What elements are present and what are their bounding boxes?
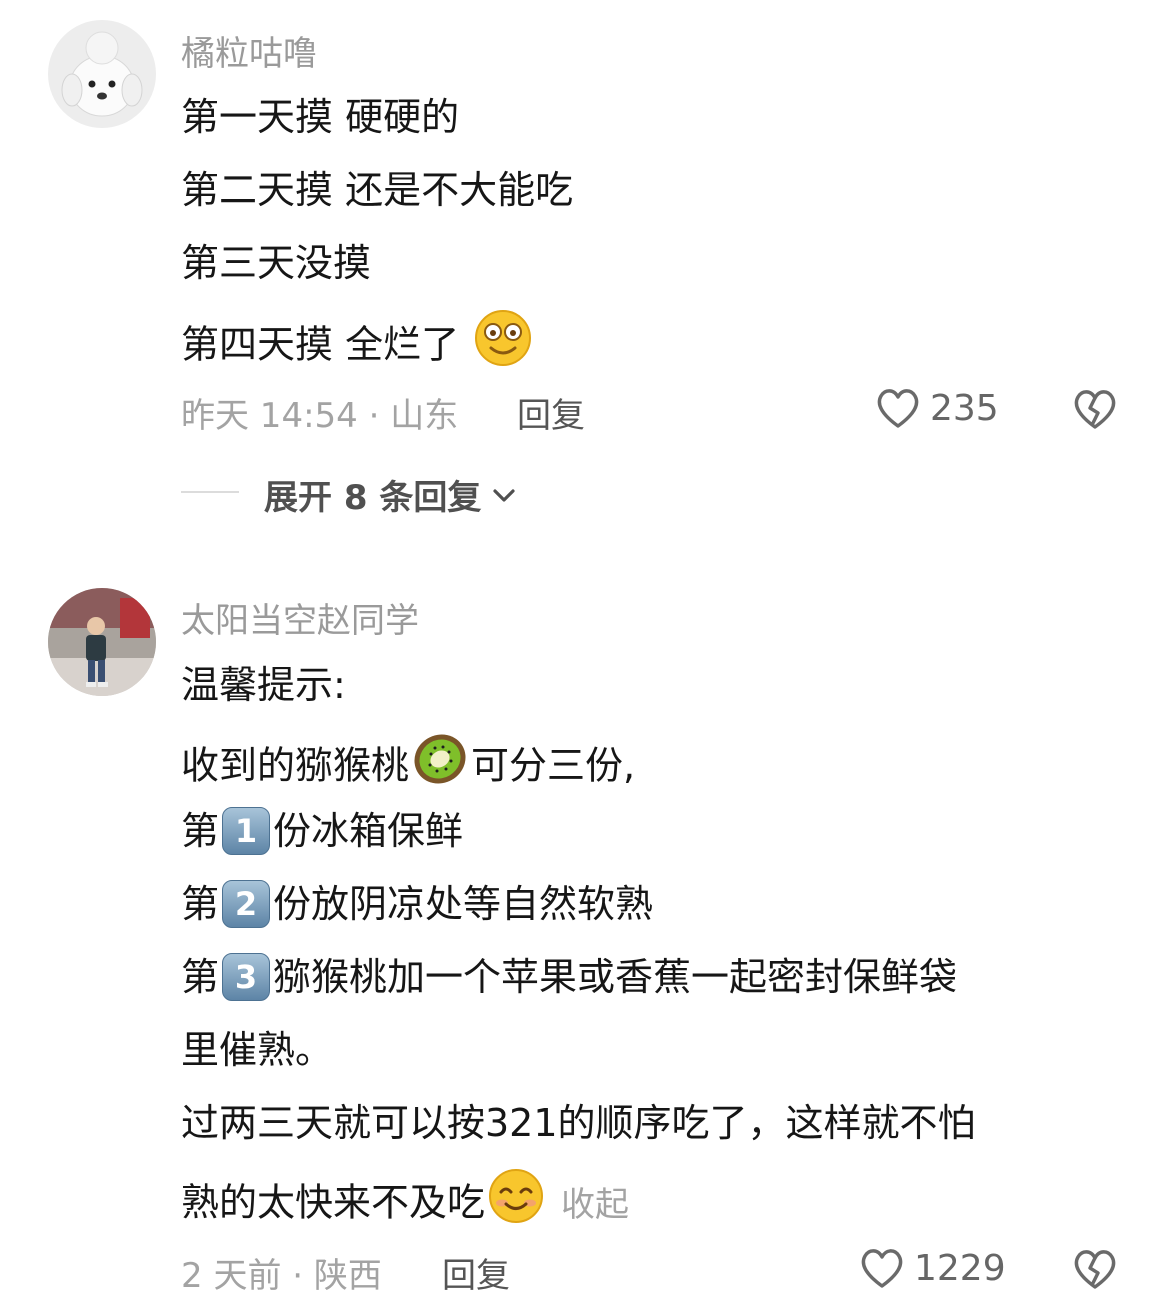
like-button[interactable]: 235 xyxy=(874,386,999,430)
reply-button[interactable]: 回复 xyxy=(517,388,585,437)
comment-text-line-5: 第 3 猕猴桃加一个苹果或香蕉一起密封保鲜袋 xyxy=(181,952,957,1004)
child-photo-avatar-icon xyxy=(48,588,156,696)
astonished-smile-emoji-icon xyxy=(473,308,533,380)
comment-text-line-2: 收到的猕猴桃 可分三份, xyxy=(181,733,635,803)
comment-text: 份冰箱保鲜 xyxy=(273,809,464,853)
avatar[interactable] xyxy=(48,20,156,128)
comment-text: 猕猴桃加一个苹果或香蕉一起密封保鲜袋 xyxy=(273,955,958,999)
comment-text-line: 里催熟。 xyxy=(181,1028,334,1072)
comment-text: 第 xyxy=(181,955,220,999)
time-location: 2 天前 · 陕西 xyxy=(181,1256,382,1296)
broken-heart-icon xyxy=(1074,1250,1116,1289)
comment-text-line-4: 第四天摸 全烂了 xyxy=(181,308,535,383)
like-button[interactable]: 1229 xyxy=(858,1246,1006,1290)
dog-avatar-icon xyxy=(48,20,156,128)
reply-button[interactable]: 回复 xyxy=(442,1248,510,1297)
kiwi-fruit-emoji-icon xyxy=(411,730,469,800)
comment-text: 熟的太快来不及吃 xyxy=(181,1180,486,1225)
comment-text-line-3: 第 1 份冰箱保鲜 xyxy=(181,806,463,858)
keycap-3-emoji-icon: 3 xyxy=(222,952,271,1001)
username[interactable]: 橘粒咕噜 xyxy=(181,26,317,75)
avatar[interactable] xyxy=(48,588,156,696)
chevron-down-icon xyxy=(493,488,515,502)
comment-text-line: 第三天没摸 xyxy=(181,241,372,285)
dislike-button[interactable] xyxy=(1071,1247,1119,1295)
like-count: 1229 xyxy=(914,1247,1006,1289)
smiling-face-emoji-icon xyxy=(487,1167,545,1237)
broken-heart-icon xyxy=(1074,390,1116,429)
expand-replies-button[interactable]: 展开 8 条回复 xyxy=(264,470,519,519)
comment-text: 收到的猕猴桃 xyxy=(181,743,410,788)
heart-icon xyxy=(861,1249,903,1288)
comment-text: 第 xyxy=(181,809,220,853)
like-count: 235 xyxy=(930,387,999,429)
expand-label: 展开 8 条回复 xyxy=(264,478,482,518)
comment-text-line: 温馨提示: xyxy=(181,663,346,707)
comment-text-line-8: 熟的太快来不及吃 收起 xyxy=(181,1167,629,1240)
keycap-1-emoji-icon: 1 xyxy=(222,806,271,855)
time-location: 昨天 14:54 · 山东 xyxy=(181,396,459,436)
collapse-button[interactable]: 收起 xyxy=(561,1185,629,1225)
heart-icon xyxy=(877,389,919,428)
comment-text-line: 过两三天就可以按321的顺序吃了，这样就不怕 xyxy=(181,1101,976,1145)
comment-text: 可分三份, xyxy=(471,743,636,788)
keycap-2-emoji-icon: 2 xyxy=(222,879,271,928)
comment-text: 第 xyxy=(181,882,220,926)
comment-text-line-4: 第 2 份放阴凉处等自然软熟 xyxy=(181,879,653,931)
expand-divider xyxy=(181,491,239,493)
comment-text-line: 第二天摸 还是不大能吃 xyxy=(181,168,574,212)
comment-text: 第四天摸 全烂了 xyxy=(181,322,460,367)
username[interactable]: 太阳当空赵同学 xyxy=(181,593,419,642)
dislike-button[interactable] xyxy=(1071,387,1119,435)
comment-text: 份放阴凉处等自然软熟 xyxy=(273,882,654,926)
comment-text-line: 第一天摸 硬硬的 xyxy=(181,95,460,139)
